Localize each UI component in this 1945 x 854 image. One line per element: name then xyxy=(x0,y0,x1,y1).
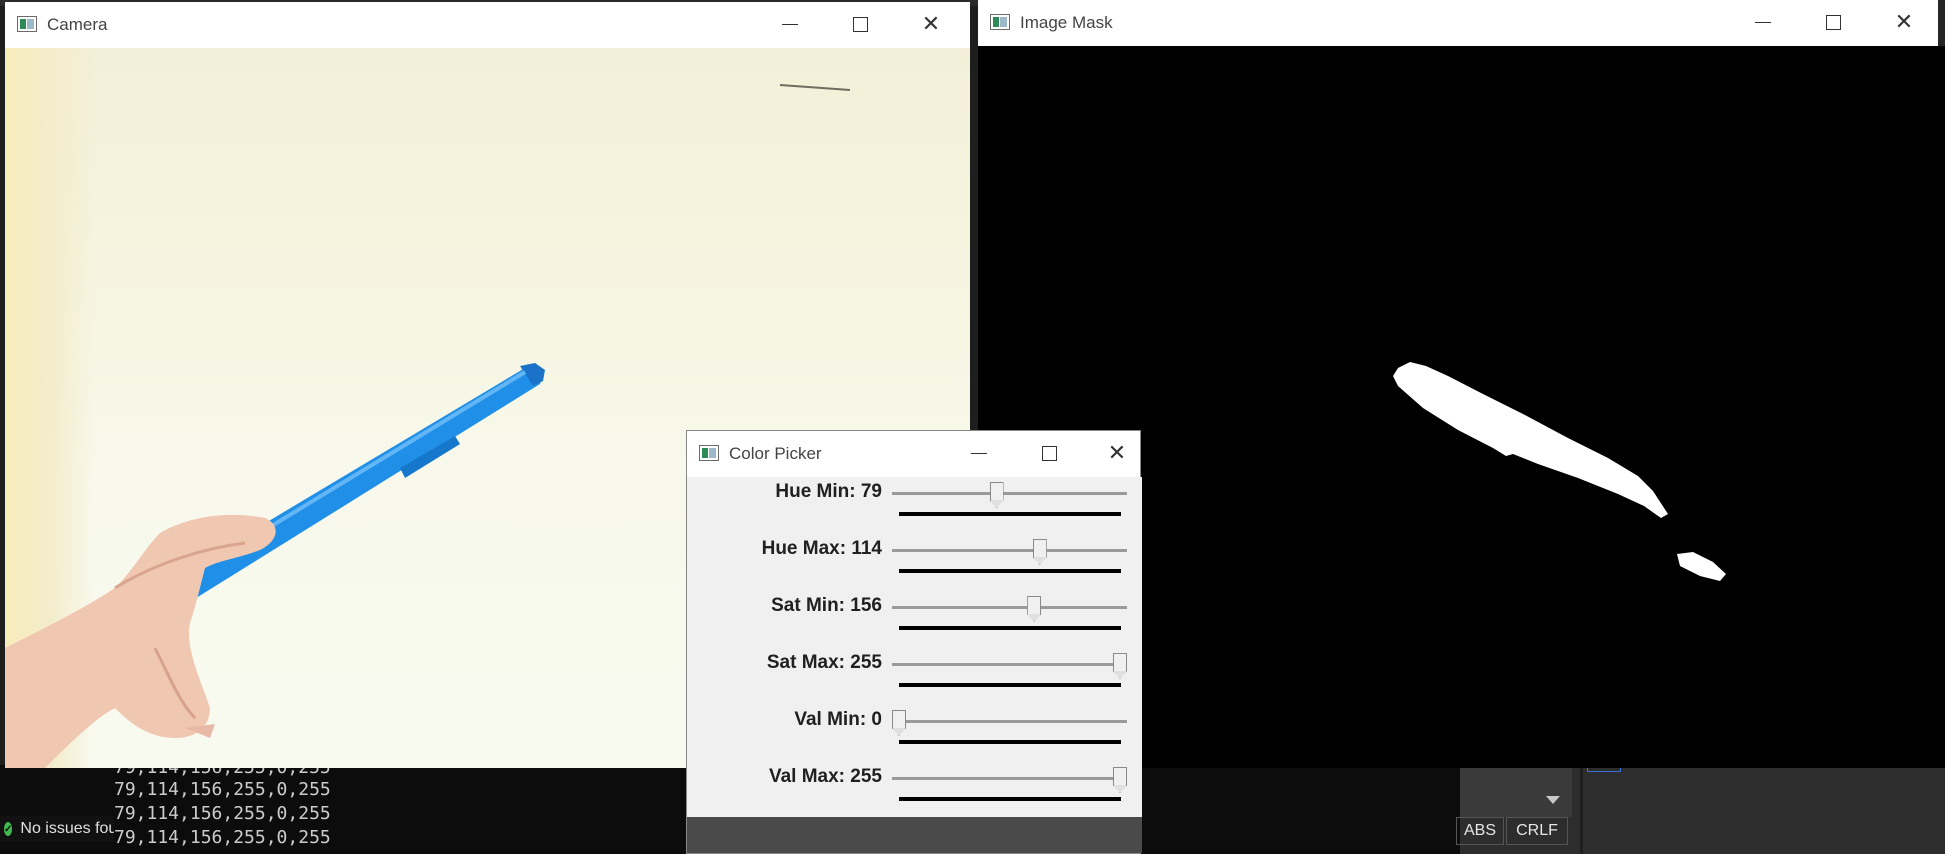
slider-thumb[interactable] xyxy=(1027,596,1042,622)
console-line: 79,114,156,255,0,255 xyxy=(114,803,331,824)
slider-thumb[interactable] xyxy=(892,710,906,736)
minimize-icon[interactable] xyxy=(1751,10,1775,34)
line-ending-indicator[interactable]: CRLF xyxy=(1506,817,1568,845)
slider-track[interactable] xyxy=(892,663,1127,666)
slider-val-max: Val Max: 255 xyxy=(687,762,1142,818)
window-title: Image Mask xyxy=(1020,13,1113,32)
slider-track[interactable] xyxy=(892,492,1127,495)
dropdown-box[interactable] xyxy=(1460,765,1572,817)
slider-sat-max: Sat Max: 255 xyxy=(687,648,1142,704)
mask-titlebar[interactable]: Image Mask ✕ xyxy=(978,0,1938,46)
slider-track[interactable] xyxy=(892,606,1127,609)
slider-label: Val Max: 255 xyxy=(768,766,882,787)
abs-indicator[interactable]: ABS xyxy=(1456,817,1504,845)
slider-thumb[interactable] xyxy=(1032,539,1047,565)
slider-hue-min: Hue Min: 79 xyxy=(687,477,1142,533)
maximize-icon[interactable] xyxy=(848,12,872,36)
color-picker-footer xyxy=(687,817,1142,853)
slider-val-min: Val Min: 0 xyxy=(687,705,1142,761)
slider-bar xyxy=(899,626,1121,630)
slider-hue-max: Hue Max: 114 xyxy=(687,534,1142,590)
hand-image xyxy=(5,514,276,768)
pen-image xyxy=(160,363,545,608)
mask-blob-pen xyxy=(1393,362,1668,518)
maximize-icon[interactable] xyxy=(1037,441,1061,465)
window-icon xyxy=(699,445,719,461)
slider-label: Val Min: 0 xyxy=(794,709,882,730)
close-icon[interactable]: ✕ xyxy=(1892,10,1916,35)
window-title: Camera xyxy=(47,15,108,34)
slider-label: Sat Min: 156 xyxy=(771,595,882,616)
slider-track[interactable] xyxy=(892,720,1127,723)
slider-track[interactable] xyxy=(892,777,1127,780)
wall-mark xyxy=(779,84,851,91)
slider-bar xyxy=(899,797,1121,801)
slider-track[interactable] xyxy=(892,549,1127,552)
issues-indicator[interactable]: ✓ No issues found xyxy=(0,816,114,842)
divider xyxy=(1580,765,1583,854)
chevron-down-icon[interactable] xyxy=(1546,796,1560,804)
slider-bar xyxy=(899,740,1121,744)
camera-titlebar[interactable]: Camera ✕ xyxy=(5,2,970,48)
slider-thumb[interactable] xyxy=(1113,767,1127,793)
slider-thumb[interactable] xyxy=(1113,653,1127,679)
console-line: 79,114,156,255,0,255 xyxy=(114,779,331,800)
close-icon[interactable]: ✕ xyxy=(919,12,943,37)
minimize-icon[interactable] xyxy=(778,12,802,36)
sliders-panel: Hue Min: 79 Hue Max: 114 Sat Min: 156 Sa… xyxy=(687,477,1142,817)
maximize-icon[interactable] xyxy=(1821,10,1845,34)
color-picker-window: Color Picker ✕ Hue Min: 79 Hue Max: 114 … xyxy=(686,430,1142,854)
window-title: Color Picker xyxy=(729,444,822,463)
minimize-icon[interactable] xyxy=(967,441,991,465)
color-picker-titlebar[interactable]: Color Picker ✕ xyxy=(687,431,1140,477)
slider-bar xyxy=(899,569,1121,573)
close-icon[interactable]: ✕ xyxy=(1105,441,1129,466)
slider-bar xyxy=(899,683,1121,687)
console-line: 79,114,156,255,0,255 xyxy=(114,827,331,848)
slider-label: Hue Min: 79 xyxy=(775,481,882,502)
mask-blob-small xyxy=(1677,552,1726,581)
check-icon: ✓ xyxy=(4,822,13,836)
slider-label: Sat Max: 255 xyxy=(766,652,882,673)
slider-label: Hue Max: 114 xyxy=(761,538,882,559)
issues-label: No issues found xyxy=(20,820,114,837)
slider-sat-min: Sat Min: 156 xyxy=(687,591,1142,647)
slider-thumb[interactable] xyxy=(989,482,1004,508)
slider-bar xyxy=(899,512,1121,516)
window-icon xyxy=(990,14,1010,30)
window-icon xyxy=(17,16,37,32)
